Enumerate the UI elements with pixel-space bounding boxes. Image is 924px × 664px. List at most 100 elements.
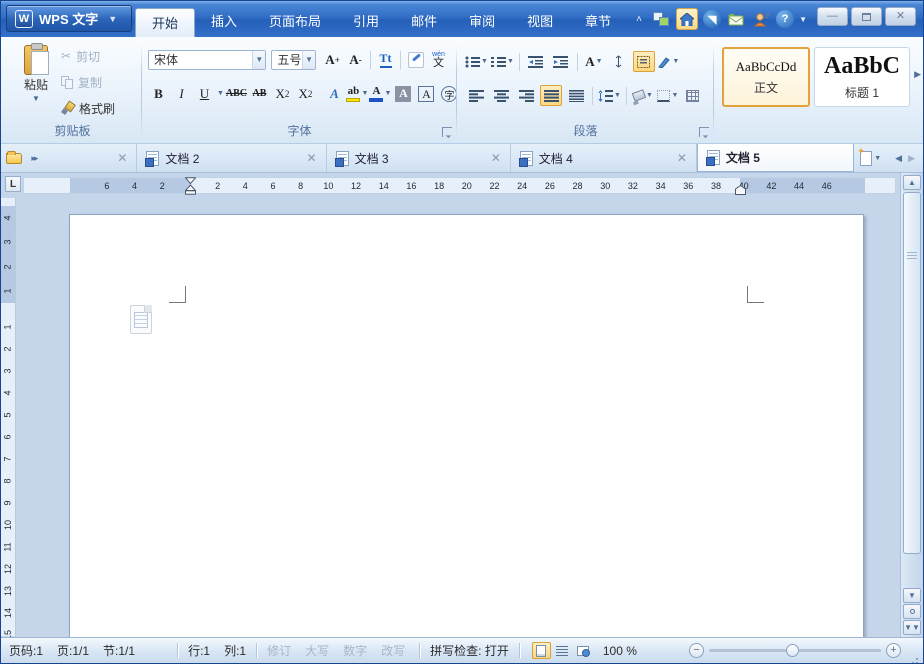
ribbon-tab[interactable]: 开始 xyxy=(135,8,195,37)
pinyin-guide-button[interactable]: wén文 xyxy=(428,49,449,70)
document-tab[interactable]: 文档 3 ✕ xyxy=(327,144,511,172)
scroll-up-icon[interactable]: ▲ xyxy=(903,175,921,190)
ribbon-tab[interactable]: 引用 xyxy=(337,7,395,37)
close-tab-icon[interactable]: ✕ xyxy=(677,152,687,164)
ribbon-tab[interactable]: 章节 xyxy=(569,7,627,37)
close-button[interactable]: ✕ xyxy=(885,7,916,26)
collapse-ribbon-icon[interactable]: ˄ xyxy=(632,9,646,29)
copy-button[interactable]: 复制 xyxy=(61,72,115,92)
chevron-down-icon[interactable]: ▼ xyxy=(252,51,265,69)
format-painter-button[interactable]: 格式刷 xyxy=(61,98,115,118)
italic-button[interactable]: I xyxy=(171,83,192,104)
assistant-icon[interactable] xyxy=(751,9,771,29)
borders-button[interactable]: ▼ xyxy=(657,85,679,106)
chevron-down-icon[interactable]: ▼ xyxy=(384,90,391,97)
chevron-down-icon[interactable]: ▼ xyxy=(481,58,488,65)
next-page-icon[interactable]: ▼▼ xyxy=(903,620,921,635)
status-page-number[interactable]: 页码:1 xyxy=(9,642,43,659)
open-file-button[interactable] xyxy=(1,144,27,172)
zoom-level[interactable]: 100 % xyxy=(603,644,637,658)
help-dropdown-icon[interactable]: ▼ xyxy=(799,15,807,24)
outline-view-button[interactable] xyxy=(553,642,572,659)
right-indent-marker[interactable] xyxy=(735,185,746,195)
chevron-down-icon[interactable]: ▼ xyxy=(874,155,881,162)
restore-button[interactable] xyxy=(851,7,882,26)
zoom-slider[interactable] xyxy=(709,649,881,652)
grid-paper-button[interactable] xyxy=(682,85,704,106)
bold-button[interactable]: B xyxy=(148,83,169,104)
highlight-color-button[interactable]: ab▼ xyxy=(347,83,368,104)
text-effect-button[interactable]: A▼ xyxy=(583,51,605,72)
mail-icon[interactable] xyxy=(726,9,746,29)
chevron-down-icon[interactable]: ▼ xyxy=(614,92,621,99)
page-view-button[interactable] xyxy=(532,642,551,659)
text-tool-button[interactable]: ▼ xyxy=(658,51,680,72)
font-color-button[interactable]: A▼ xyxy=(370,83,391,104)
clear-format-button[interactable]: A xyxy=(324,83,345,104)
underline-button[interactable]: U xyxy=(194,83,215,104)
ribbon-tab[interactable]: 页面布局 xyxy=(253,7,337,37)
line-spacing-button[interactable]: ▼ xyxy=(598,85,621,106)
ribbon-tab[interactable]: 审阅 xyxy=(453,7,511,37)
ribbon-tab[interactable]: 视图 xyxy=(511,7,569,37)
document-page[interactable] xyxy=(69,214,864,637)
status-toggle[interactable]: 改写 xyxy=(381,642,405,659)
font-dialog-launcher-icon[interactable] xyxy=(442,127,452,137)
close-tab-icon[interactable]: ✕ xyxy=(307,152,317,164)
justify-button[interactable] xyxy=(540,85,562,106)
shading-button[interactable]: ▼ xyxy=(632,85,654,106)
character-border-button[interactable]: A xyxy=(416,83,437,104)
paragraph-layout-button[interactable] xyxy=(633,51,655,72)
switch-window-icon[interactable] xyxy=(651,9,671,29)
status-toggle[interactable]: 大写 xyxy=(305,642,329,659)
align-right-button[interactable] xyxy=(515,85,537,106)
chevron-down-icon[interactable]: ▼ xyxy=(32,94,40,103)
align-left-button[interactable] xyxy=(465,85,487,106)
status-toggle[interactable]: 数字 xyxy=(343,642,367,659)
ribbon-tab[interactable]: 插入 xyxy=(195,7,253,37)
style-normal[interactable]: AaBbCcDd 正文 xyxy=(722,47,810,107)
double-strikethrough-button[interactable]: AB xyxy=(249,83,270,104)
tab-selector[interactable]: L xyxy=(5,176,21,192)
zoom-slider-thumb[interactable] xyxy=(786,644,799,657)
edit-pen-icon[interactable] xyxy=(405,49,426,70)
shrink-font-button[interactable]: A- xyxy=(345,49,366,70)
document-tab-active[interactable]: 文档 5 xyxy=(697,144,854,172)
subscript-button[interactable]: X2 xyxy=(272,83,293,104)
close-tab-icon[interactable]: ✕ xyxy=(491,152,501,164)
align-center-button[interactable] xyxy=(490,85,512,106)
web-view-button[interactable] xyxy=(574,642,593,659)
new-document-button[interactable]: ▼ xyxy=(854,144,887,172)
home-icon[interactable] xyxy=(676,8,698,30)
numbered-list-button[interactable]: ▼ xyxy=(491,51,514,72)
tab-scroll-left-icon[interactable]: ◀ xyxy=(895,153,902,164)
app-menu-button[interactable]: W WPS 文字 ▼ xyxy=(6,5,132,32)
strikethrough-button[interactable]: ABC xyxy=(226,83,247,104)
superscript-button[interactable]: X2 xyxy=(295,83,316,104)
tab-scroll-right-icon[interactable]: ▶ xyxy=(908,153,915,164)
bullet-list-button[interactable]: ▼ xyxy=(465,51,488,72)
resize-grip-icon[interactable] xyxy=(906,649,920,663)
font-name-select[interactable]: 宋体▼ xyxy=(148,50,266,70)
status-spellcheck[interactable]: 拼写检查: 打开 xyxy=(430,642,509,659)
chevron-down-icon[interactable]: ▼ xyxy=(507,58,514,65)
chevron-down-icon[interactable]: ▼ xyxy=(217,90,224,97)
zoom-in-button[interactable]: + xyxy=(886,643,901,658)
chevron-down-icon[interactable]: ▼ xyxy=(361,90,368,97)
docer-compass-icon[interactable]: ◥ xyxy=(703,10,721,28)
show-marks-button[interactable] xyxy=(608,51,630,72)
change-case-button[interactable]: Tt xyxy=(375,49,396,70)
decrease-indent-button[interactable] xyxy=(525,51,547,72)
paragraph-dialog-launcher-icon[interactable] xyxy=(699,127,709,137)
grow-font-button[interactable]: A+ xyxy=(322,49,343,70)
status-section[interactable]: 节:1/1 xyxy=(103,642,135,659)
status-column[interactable]: 列:1 xyxy=(224,642,246,659)
cut-button[interactable]: ✂ 剪切 xyxy=(61,46,115,66)
document-tab[interactable]: 文档 4 ✕ xyxy=(511,144,697,172)
distribute-button[interactable] xyxy=(565,85,587,106)
chevron-down-icon[interactable]: ▼ xyxy=(672,58,679,65)
increase-indent-button[interactable] xyxy=(550,51,572,72)
document-tab[interactable]: ✕ xyxy=(41,144,138,172)
browse-object-icon[interactable] xyxy=(903,604,921,619)
help-icon[interactable]: ? xyxy=(776,10,794,28)
